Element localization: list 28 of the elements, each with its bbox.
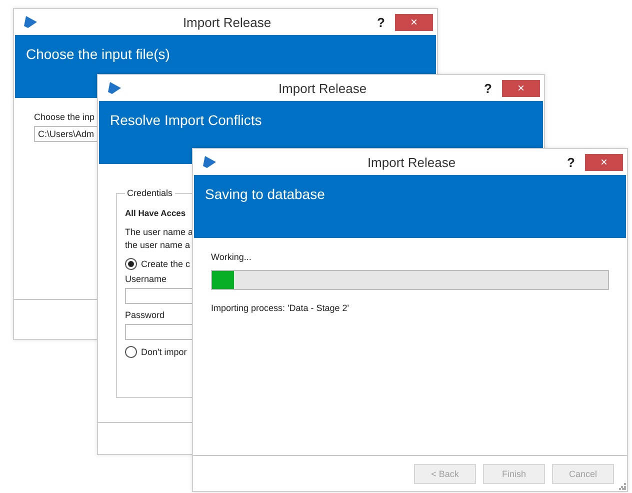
window-title: Import Release bbox=[277, 80, 368, 96]
window-title: Import Release bbox=[366, 154, 457, 170]
help-button[interactable]: ? bbox=[484, 80, 492, 96]
radio-label: Create the c bbox=[141, 259, 190, 269]
resize-grip-icon[interactable] bbox=[619, 483, 626, 490]
field-label: Password bbox=[125, 310, 165, 320]
field-label: Choose the inp bbox=[34, 112, 95, 122]
status-text: Importing process: 'Data - Stage 2' bbox=[211, 302, 350, 315]
page-heading: Choose the input file(s) bbox=[26, 46, 170, 62]
help-button[interactable]: ? bbox=[377, 14, 385, 30]
page-heading: Saving to database bbox=[205, 186, 325, 202]
page-heading: Resolve Import Conflicts bbox=[110, 112, 262, 128]
close-button[interactable]: × bbox=[585, 154, 623, 170]
description-text: the user name a bbox=[125, 239, 190, 252]
group-label: Credentials bbox=[126, 188, 174, 198]
help-button[interactable]: ? bbox=[567, 154, 575, 170]
radio-label: Don't impor bbox=[141, 347, 187, 357]
app-logo-icon bbox=[24, 16, 37, 28]
field-label: Working... bbox=[211, 252, 252, 262]
app-logo-icon bbox=[108, 82, 121, 94]
section-heading: All Have Acces bbox=[125, 208, 186, 218]
field-label: Username bbox=[125, 274, 167, 284]
window-title: Import Release bbox=[182, 14, 272, 30]
radio-button[interactable] bbox=[125, 346, 137, 358]
close-button[interactable]: × bbox=[395, 14, 433, 30]
close-button[interactable]: × bbox=[502, 80, 540, 96]
radio-button[interactable] bbox=[125, 258, 137, 270]
app-logo-icon bbox=[203, 156, 216, 168]
